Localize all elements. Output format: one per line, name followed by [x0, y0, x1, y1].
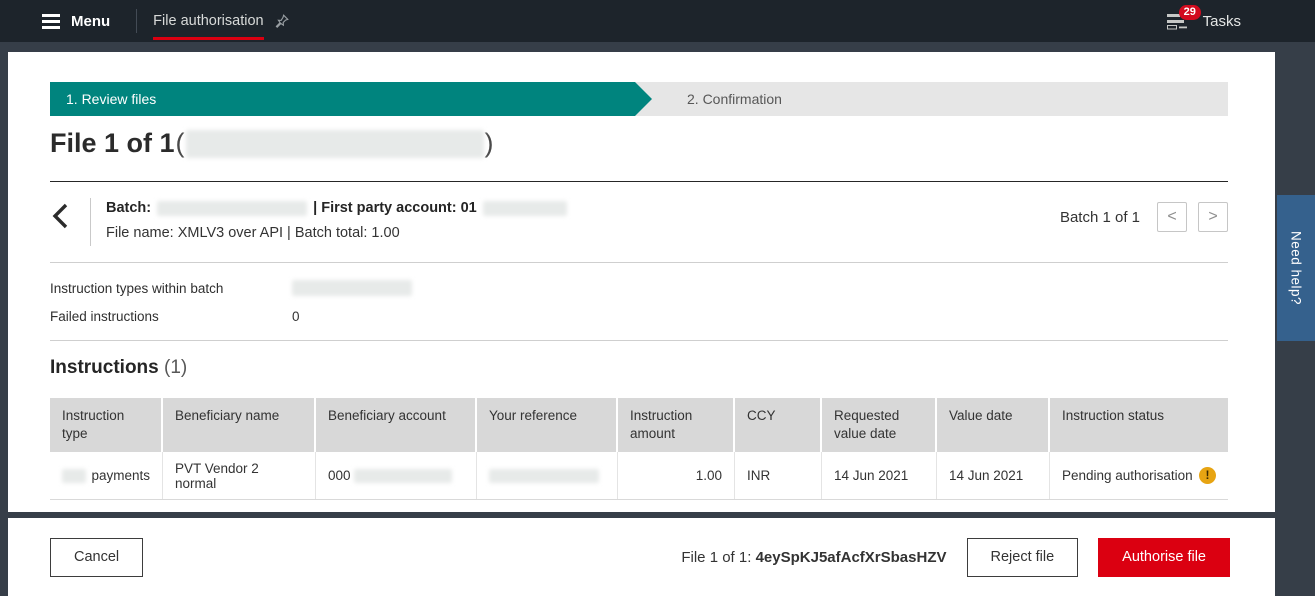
redacted-account-number: [353, 468, 452, 483]
summary-row-types: Instruction types within batch: [50, 280, 412, 296]
section-divider-2: [50, 340, 1228, 341]
batch-pagination: Batch 1 of 1 < >: [1060, 202, 1228, 232]
col-header: Beneficiary account: [316, 398, 477, 452]
paren-close: ): [484, 128, 494, 158]
back-chevron-button[interactable]: [52, 202, 69, 235]
menu-button[interactable]: Menu: [42, 13, 110, 30]
tasks-badge: 29: [1178, 4, 1201, 20]
batch-counter: Batch 1 of 1: [1059, 208, 1140, 226]
file-label: File 1 of 1:: [681, 548, 752, 566]
step-review-files: 1. Review files: [50, 82, 652, 116]
topbar: Menu File authorisation 29 Tasks: [0, 0, 1315, 42]
reject-file-button[interactable]: Reject file: [966, 537, 1079, 577]
instructions-table: Instruction type Beneficiary name Benefi…: [50, 398, 1228, 500]
col-header: Instruction amount: [618, 398, 735, 452]
cell-instruction-status: Pending authorisation !: [1050, 452, 1228, 499]
file-name-line: File name: XMLV3 over API | Batch total:…: [106, 225, 400, 241]
redacted-reference: [489, 468, 599, 483]
cell-instruction-type: payments: [50, 452, 163, 499]
file-reference: File 1 of 1: 4eySpKJ5afAcfXrSbasHZV: [681, 549, 946, 566]
col-header: Instruction status: [1050, 398, 1228, 452]
cell-your-reference: [477, 452, 618, 499]
step2-label: 2. Confirmation: [687, 91, 782, 107]
warning-icon[interactable]: !: [1199, 467, 1216, 484]
first-party-label: | First party account: 01: [313, 200, 477, 216]
title-divider: [50, 181, 1228, 182]
table-row[interactable]: payments PVT Vendor 2 normal 000 1.00 IN…: [50, 452, 1228, 500]
summary-label: Failed instructions: [50, 309, 159, 324]
batch-prev-button[interactable]: <: [1157, 202, 1187, 232]
summary-row-failed: Failed instructions 0: [50, 309, 412, 324]
batch-summary: Instruction types within batch Failed in…: [50, 280, 412, 337]
cell-instruction-amount: 1.00: [618, 452, 735, 499]
tasks-button[interactable]: 29 Tasks: [1166, 4, 1241, 30]
menu-label: Menu: [71, 12, 111, 30]
cell-beneficiary-account: 000: [316, 452, 477, 499]
tab-file-authorisation[interactable]: File authorisation: [153, 0, 289, 42]
status-text: Pending authorisation: [1062, 468, 1193, 483]
topbar-divider: [136, 9, 138, 33]
page-title: File 1 of 1 ( ): [50, 128, 495, 159]
tasks-label: Tasks: [1202, 12, 1241, 30]
step1-label: 1. Review files: [66, 91, 157, 107]
redacted-instruction-types: [292, 280, 412, 296]
file-id: 4eySpKJ5afAcfXrSbasHZV: [755, 548, 947, 566]
pin-icon[interactable]: [274, 13, 289, 29]
instructions-heading: Instructions (1): [50, 357, 187, 379]
step-confirmation: 2. Confirmation: [635, 82, 1228, 116]
section-divider-1: [50, 262, 1228, 263]
col-header: Your reference: [477, 398, 618, 452]
col-header: Instruction type: [50, 398, 163, 452]
action-bar: Cancel File 1 of 1: 4eySpKJ5afAcfXrSbasH…: [8, 518, 1275, 596]
main-panel: 1. Review files 2. Confirmation File 1 o…: [8, 52, 1275, 512]
cancel-button[interactable]: Cancel: [50, 537, 144, 577]
instructions-title: Instructions: [50, 357, 159, 378]
batch-next-button[interactable]: >: [1198, 202, 1228, 232]
instructions-count: (1): [164, 357, 188, 378]
summary-value: 0: [292, 309, 300, 324]
batch-label: Batch:: [106, 200, 152, 216]
page-title-text: File 1 of 1: [50, 128, 175, 158]
summary-label: Instruction types within batch: [50, 280, 224, 296]
need-help-tab[interactable]: Need help?: [1277, 195, 1315, 341]
redacted-instruction-type: [62, 468, 87, 483]
wizard-stepper: 1. Review files 2. Confirmation: [50, 82, 1228, 116]
cell-value-date: 14 Jun 2021: [937, 452, 1050, 499]
col-header: Requested value date: [822, 398, 937, 452]
paren-open: (: [175, 128, 185, 158]
col-header: Beneficiary name: [163, 398, 316, 452]
account-prefix: 000: [328, 468, 351, 483]
col-header: CCY: [735, 398, 822, 452]
batch-divider-line: [90, 198, 91, 246]
batch-info: Batch: | First party account: 01 File na…: [106, 200, 567, 241]
authorise-file-button[interactable]: Authorise file: [1098, 537, 1230, 577]
instruction-type-text: payments: [91, 468, 150, 483]
hamburger-icon: [42, 13, 60, 29]
redacted-file-name: [185, 129, 484, 158]
redacted-batch-id: [157, 200, 308, 216]
col-header: Value date: [937, 398, 1050, 452]
cell-beneficiary-name: PVT Vendor 2 normal: [163, 452, 316, 499]
cell-requested-value-date: 14 Jun 2021: [822, 452, 937, 499]
tab-label: File authorisation: [153, 2, 264, 40]
cell-ccy: INR: [735, 452, 822, 499]
table-header-row: Instruction type Beneficiary name Benefi…: [50, 398, 1228, 452]
redacted-account: [482, 200, 567, 216]
footer-right-group: File 1 of 1: 4eySpKJ5afAcfXrSbasHZV Reje…: [681, 537, 1230, 577]
